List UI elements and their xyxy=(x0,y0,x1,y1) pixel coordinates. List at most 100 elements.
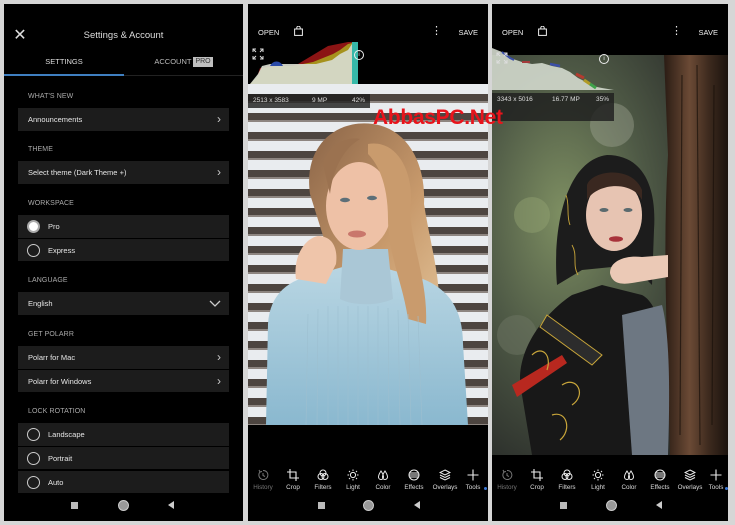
recents-button[interactable] xyxy=(71,502,78,509)
rotation-option-portrait[interactable]: Portrait xyxy=(18,446,229,469)
filters-icon xyxy=(561,469,573,480)
polarr-mac-item[interactable]: Polarr for Mac › xyxy=(18,346,229,369)
chevron-right-icon: › xyxy=(217,165,221,179)
tool-crop[interactable]: Crop xyxy=(522,465,552,491)
info-icon[interactable]: i xyxy=(599,54,609,64)
workspace-express-label: Express xyxy=(48,246,76,255)
tool-filters[interactable]: Filters xyxy=(552,465,582,491)
rotation-option-auto[interactable]: Auto xyxy=(18,470,229,493)
tool-light[interactable]: Light xyxy=(338,465,368,491)
landscape-label: Landscape xyxy=(48,430,85,439)
tool-effects-label: Effects xyxy=(404,484,424,491)
radio-selected-icon[interactable] xyxy=(27,220,40,233)
select-theme-item[interactable]: Select theme (Dark Theme +) › xyxy=(18,161,229,184)
editor-top-bar: OPEN ⋮ SAVE xyxy=(492,24,728,42)
crop-icon xyxy=(287,469,299,481)
history-icon xyxy=(502,469,513,480)
shopping-bag-icon[interactable] xyxy=(538,26,547,36)
rotation-option-landscape[interactable]: Landscape xyxy=(18,423,229,446)
recents-button[interactable] xyxy=(560,502,567,509)
open-button[interactable]: OPEN xyxy=(502,28,523,37)
editor-top-bar: OPEN ⋮ SAVE xyxy=(248,24,488,42)
polarr-windows-label: Polarr for Windows xyxy=(28,377,92,386)
workspace-option-pro[interactable]: Pro xyxy=(18,215,229,238)
image-zoom: 42% xyxy=(352,97,366,104)
tool-history[interactable]: History xyxy=(492,465,522,491)
effects-icon xyxy=(654,469,666,481)
info-icon[interactable]: i xyxy=(354,50,364,60)
polarr-windows-item[interactable]: Polarr for Windows › xyxy=(18,369,229,392)
image-dimensions: 3343 x 5016 xyxy=(497,96,533,103)
tool-crop-label: Crop xyxy=(530,484,544,491)
tool-effects[interactable]: Effects xyxy=(645,465,675,491)
radio-unselected-icon[interactable] xyxy=(27,244,40,257)
histogram[interactable] xyxy=(248,42,370,84)
more-vertical-icon[interactable]: ⋮ xyxy=(671,24,682,38)
section-title-theme: THEME xyxy=(28,146,53,153)
home-button[interactable] xyxy=(118,500,129,511)
tool-history-label: History xyxy=(497,484,517,491)
shopping-bag-icon[interactable] xyxy=(294,26,303,36)
home-button[interactable] xyxy=(363,500,374,511)
expand-icon[interactable] xyxy=(496,52,508,64)
tool-color-label: Color xyxy=(375,484,391,491)
section-title-get-polarr: GET POLARR xyxy=(28,331,74,338)
home-button[interactable] xyxy=(606,500,617,511)
image-dimensions: 2513 x 3583 xyxy=(253,97,289,104)
save-button[interactable]: SAVE xyxy=(459,28,478,37)
more-vertical-icon[interactable]: ⋮ xyxy=(431,24,442,38)
tool-filters-label: Filters xyxy=(558,484,576,491)
image-megapixels: 16.77 MP xyxy=(552,96,580,103)
color-drops-icon xyxy=(377,470,389,480)
back-button[interactable] xyxy=(414,501,420,509)
color-drops-icon xyxy=(623,470,635,480)
back-button[interactable] xyxy=(656,501,662,509)
radio-unselected-icon[interactable] xyxy=(27,452,40,465)
page-title: Settings & Account xyxy=(83,30,164,41)
new-indicator-dot xyxy=(725,487,728,490)
history-icon xyxy=(258,469,269,480)
filters-icon xyxy=(317,469,329,480)
expand-icon[interactable] xyxy=(252,48,264,60)
tool-history[interactable]: History xyxy=(248,465,278,491)
chevron-down-icon xyxy=(209,300,221,307)
tool-overlays-label: Overlays xyxy=(432,484,458,491)
plus-icon xyxy=(710,469,722,481)
plus-icon xyxy=(467,469,479,481)
android-nav-bar xyxy=(4,493,243,521)
back-button[interactable] xyxy=(168,501,174,509)
radio-unselected-icon[interactable] xyxy=(27,476,40,489)
announcements-item[interactable]: Announcements › xyxy=(18,108,229,131)
tool-filters[interactable]: Filters xyxy=(308,465,338,491)
radio-unselected-icon[interactable] xyxy=(27,428,40,441)
tab-account[interactable]: ACCOUNT PRO xyxy=(124,54,243,76)
tool-effects-label: Effects xyxy=(650,484,670,491)
chevron-right-icon: › xyxy=(217,112,221,126)
workspace-option-express[interactable]: Express xyxy=(18,238,229,261)
section-title-lock-rotation: LOCK ROTATION xyxy=(28,408,86,415)
tab-account-label: ACCOUNT xyxy=(154,57,192,66)
tab-settings[interactable]: SETTINGS xyxy=(4,54,124,76)
tool-overlays[interactable]: Overlays xyxy=(430,465,460,491)
recents-button[interactable] xyxy=(318,502,325,509)
tool-tools-label: Tools xyxy=(708,484,724,491)
save-button[interactable]: SAVE xyxy=(699,28,718,37)
tool-color[interactable]: Color xyxy=(614,465,644,491)
tool-light[interactable]: Light xyxy=(583,465,613,491)
tool-filters-label: Filters xyxy=(314,484,332,491)
photo-canvas[interactable] xyxy=(248,84,488,426)
crop-icon xyxy=(531,469,543,481)
light-icon xyxy=(347,469,359,481)
open-button[interactable]: OPEN xyxy=(258,28,279,37)
photo-image xyxy=(248,84,488,426)
tool-tools[interactable]: Tools xyxy=(701,465,728,491)
tool-color[interactable]: Color xyxy=(368,465,398,491)
watermark-text: AbbasPC.Net xyxy=(373,106,503,129)
section-title-whats-new: WHAT'S NEW xyxy=(28,93,74,100)
language-dropdown[interactable]: English xyxy=(18,292,229,315)
tool-crop[interactable]: Crop xyxy=(278,465,308,491)
chevron-right-icon: › xyxy=(217,374,221,388)
tab-settings-label: SETTINGS xyxy=(45,57,83,66)
histogram[interactable] xyxy=(492,48,614,90)
tool-effects[interactable]: Effects xyxy=(399,465,429,491)
